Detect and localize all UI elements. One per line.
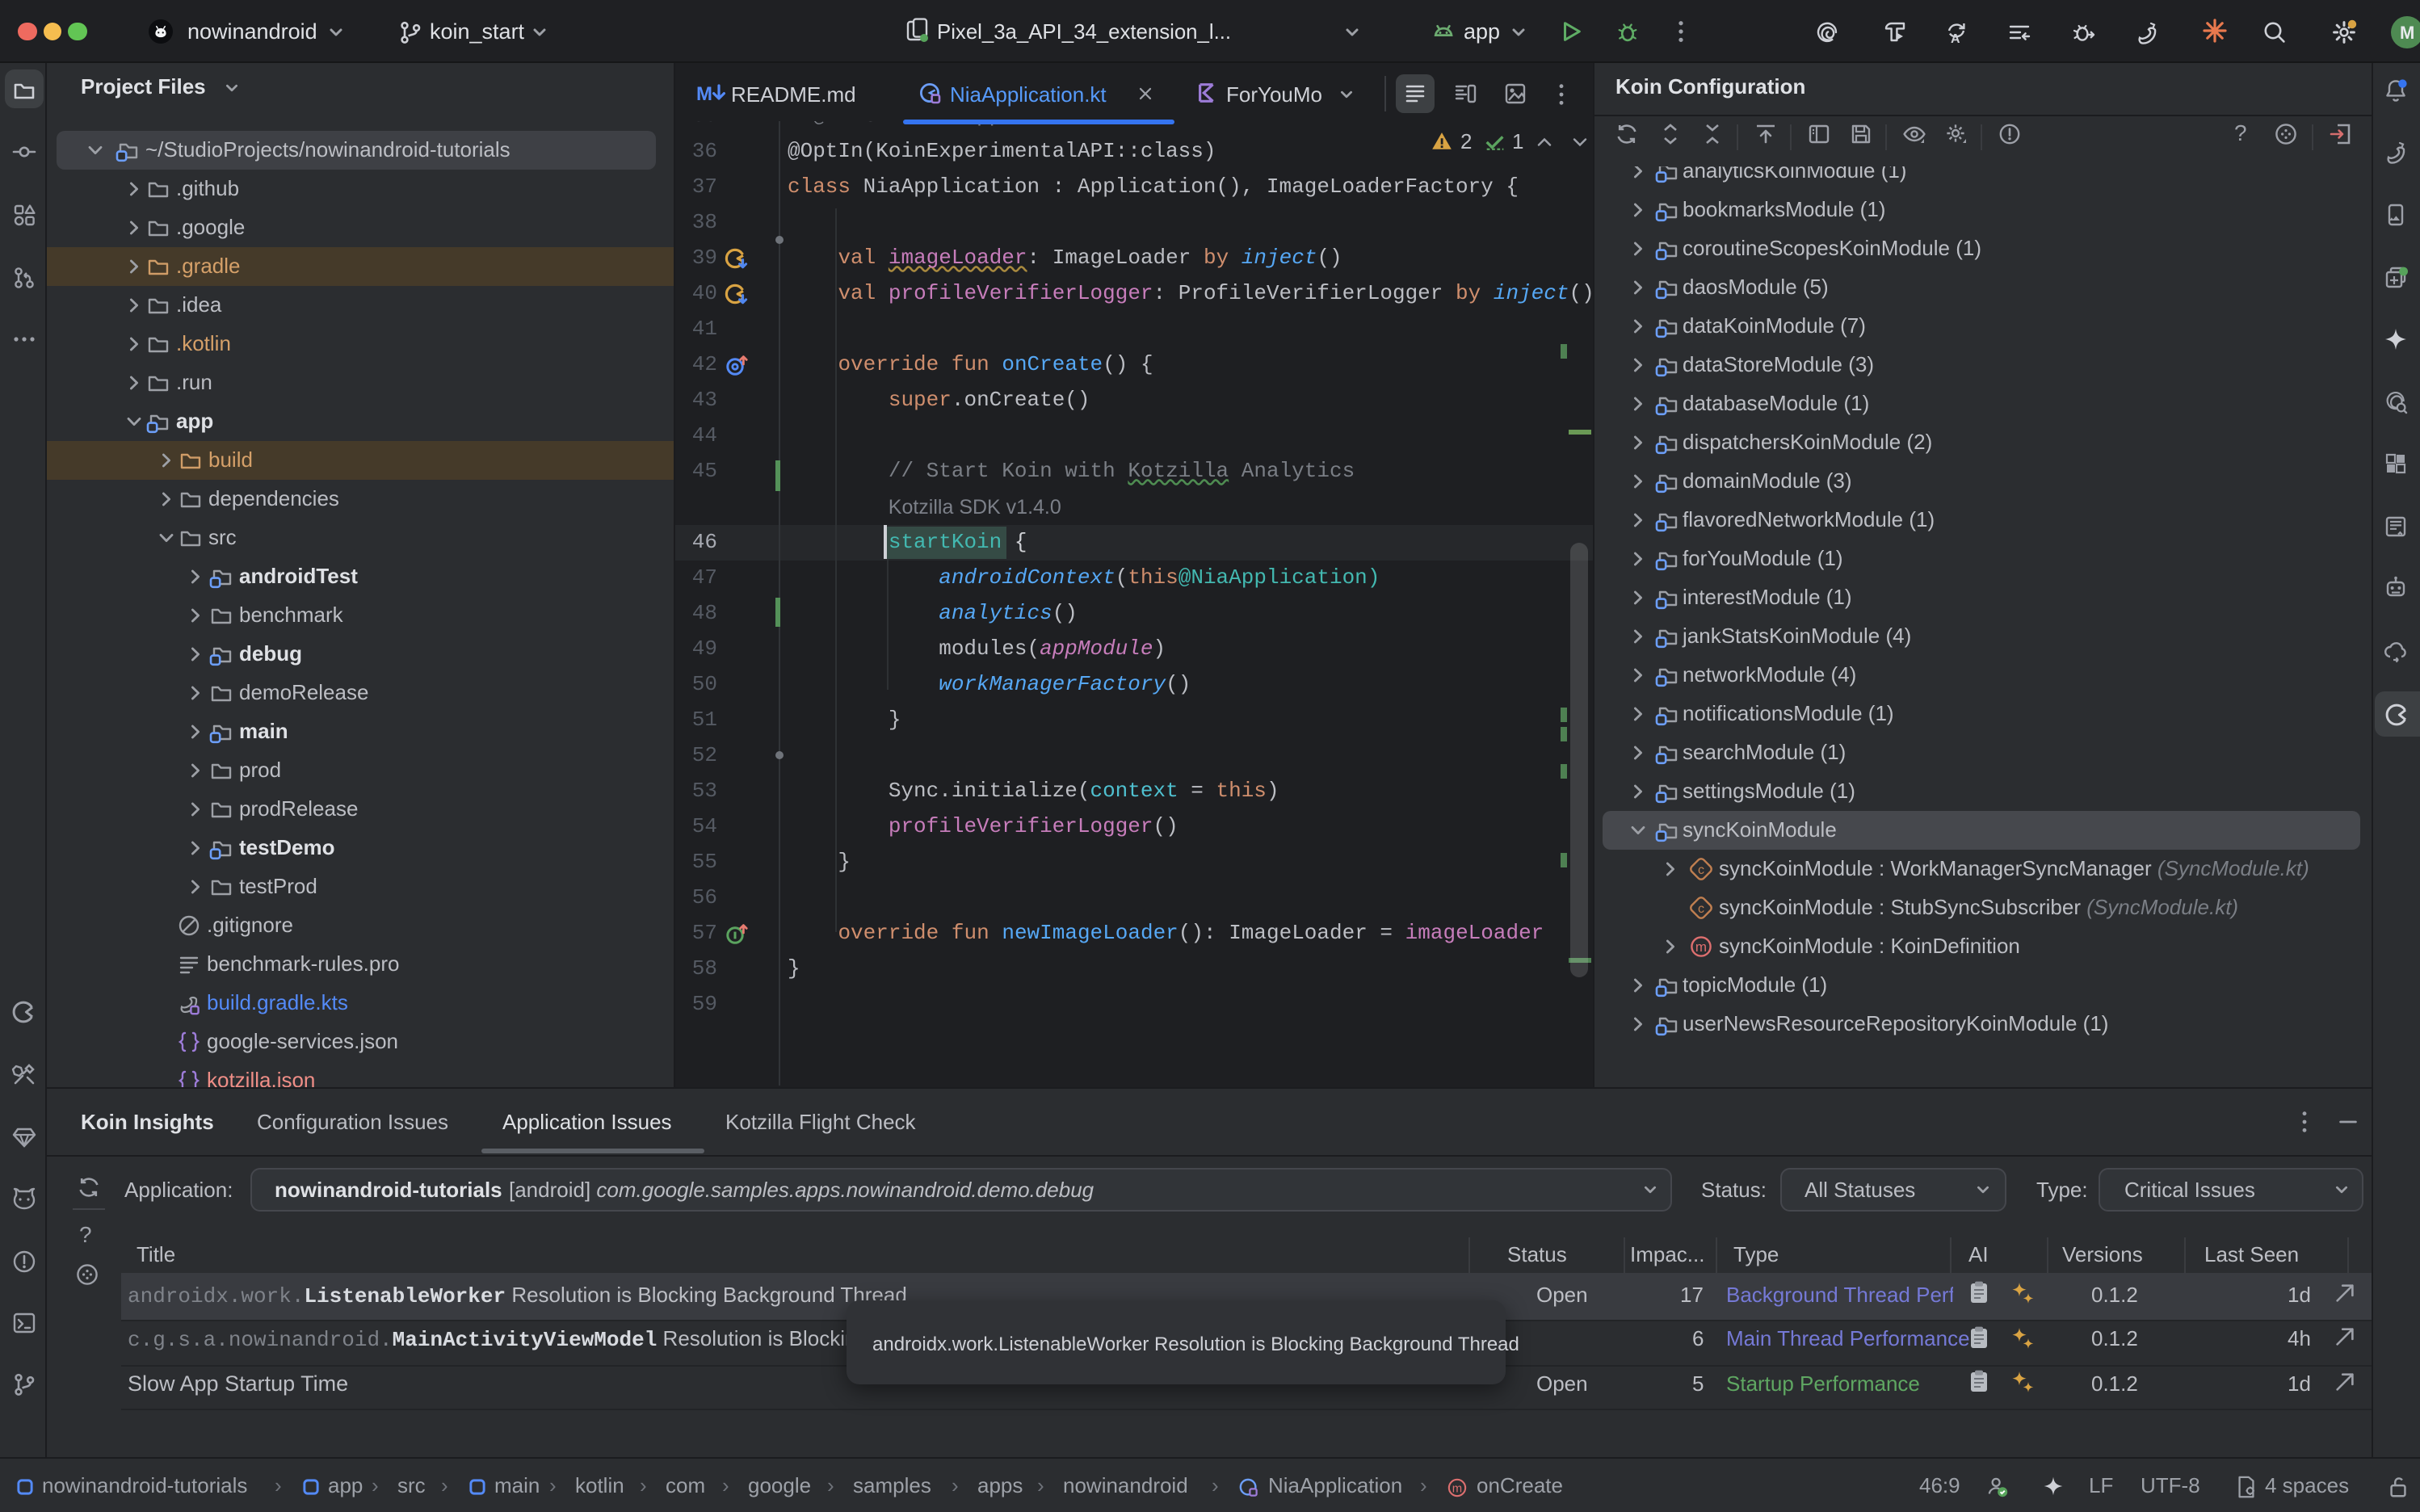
svg-text:A: A [1951, 32, 1960, 45]
